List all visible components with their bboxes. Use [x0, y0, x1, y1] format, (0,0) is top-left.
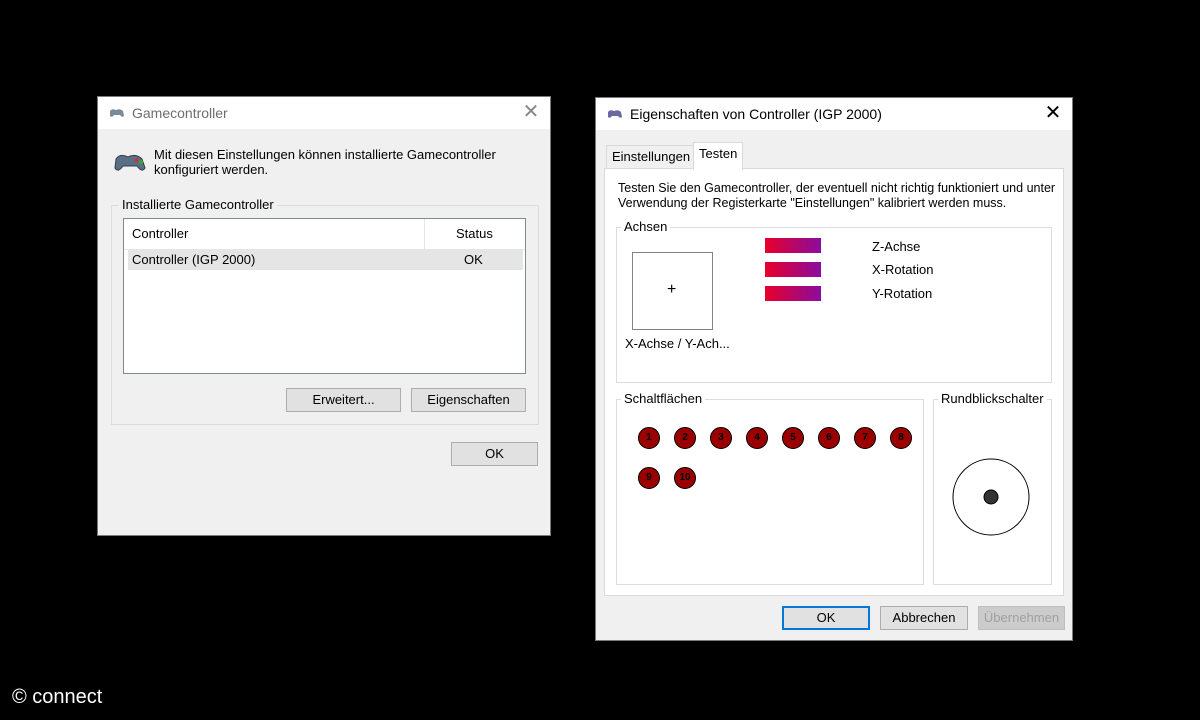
- test-description: Testen Sie den Gamecontroller, der event…: [618, 181, 1056, 210]
- cell-controller: Controller (IGP 2000): [132, 252, 256, 267]
- advanced-button[interactable]: Erweitert...: [286, 388, 401, 412]
- pov-group: Rundblickschalter: [933, 391, 1052, 585]
- cell-status: OK: [464, 252, 483, 267]
- column-divider: [424, 219, 425, 249]
- y-rotation-label: Y-Rotation: [872, 286, 933, 301]
- button-indicator: 5: [782, 427, 804, 449]
- buttons-label: Schaltflächen: [621, 391, 706, 406]
- x-rotation-bar: [765, 262, 821, 277]
- button-indicator: 2: [674, 427, 696, 449]
- z-axis-label: Z-Achse: [872, 239, 921, 254]
- gamecontroller-dialog: Gamecontroller ✕ Mit diesen Einstellunge…: [97, 96, 551, 536]
- ok-button[interactable]: OK: [782, 606, 870, 630]
- column-header-controller[interactable]: Controller: [132, 226, 188, 241]
- gamepad-icon: [608, 110, 622, 118]
- y-rotation-bar: [765, 286, 821, 301]
- x-rotation-label: X-Rotation: [872, 262, 934, 277]
- description-text: Mit diesen Einstellungen können installi…: [154, 147, 496, 177]
- cancel-button[interactable]: Abbrechen: [880, 606, 968, 630]
- button-indicator: 9: [638, 467, 660, 489]
- window-title: Eigenschaften von Controller (IGP 2000): [630, 106, 882, 122]
- close-button[interactable]: ✕: [520, 101, 542, 123]
- properties-dialog: Eigenschaften von Controller (IGP 2000) …: [595, 97, 1073, 641]
- close-button[interactable]: ✕: [1042, 102, 1064, 124]
- controller-list[interactable]: Controller Status Controller (IGP 2000) …: [123, 218, 526, 374]
- pov-indicator: [952, 458, 1030, 536]
- xy-axis-box: +: [632, 252, 713, 330]
- button-indicator: 4: [746, 427, 768, 449]
- z-axis-bar: [765, 238, 821, 253]
- pov-label: Rundblickschalter: [938, 391, 1047, 406]
- list-header: Controller Status: [124, 219, 525, 250]
- apply-button[interactable]: Übernehmen: [978, 606, 1065, 630]
- button-indicator: 10: [674, 467, 696, 489]
- group-label: Installierte Gamecontroller: [119, 197, 277, 212]
- table-row[interactable]: Controller (IGP 2000) OK: [128, 249, 523, 270]
- axes-group: Achsen + X-Achse / Y-Ach... Z-Achse X-Ro…: [616, 219, 1052, 383]
- titlebar[interactable]: Eigenschaften von Controller (IGP 2000) …: [596, 98, 1072, 130]
- titlebar[interactable]: Gamecontroller ✕: [98, 97, 550, 129]
- button-indicator: 6: [818, 427, 840, 449]
- button-indicator: 1: [638, 427, 660, 449]
- tab-panel: Testen Sie den Gamecontroller, der event…: [604, 168, 1064, 596]
- buttons-group: Schaltflächen 1 2 3 4 5 6 7 8 9 10: [616, 391, 924, 585]
- button-indicator: 7: [854, 427, 876, 449]
- crosshair-icon: +: [667, 281, 677, 298]
- gamepad-icon: [110, 109, 124, 117]
- watermark: © connect: [12, 686, 103, 708]
- gamepad-icon: [114, 154, 146, 171]
- tab-test[interactable]: Testen: [693, 142, 744, 170]
- axes-label: Achsen: [621, 219, 671, 234]
- tab-settings[interactable]: Einstellungen: [606, 145, 697, 169]
- button-indicator: 8: [890, 427, 912, 449]
- button-indicator: 3: [710, 427, 732, 449]
- window-title: Gamecontroller: [132, 105, 228, 121]
- ok-button[interactable]: OK: [451, 442, 538, 466]
- xy-axis-label: X-Achse / Y-Ach...: [625, 336, 730, 351]
- column-header-status[interactable]: Status: [456, 226, 493, 241]
- properties-button[interactable]: Eigenschaften: [411, 388, 526, 412]
